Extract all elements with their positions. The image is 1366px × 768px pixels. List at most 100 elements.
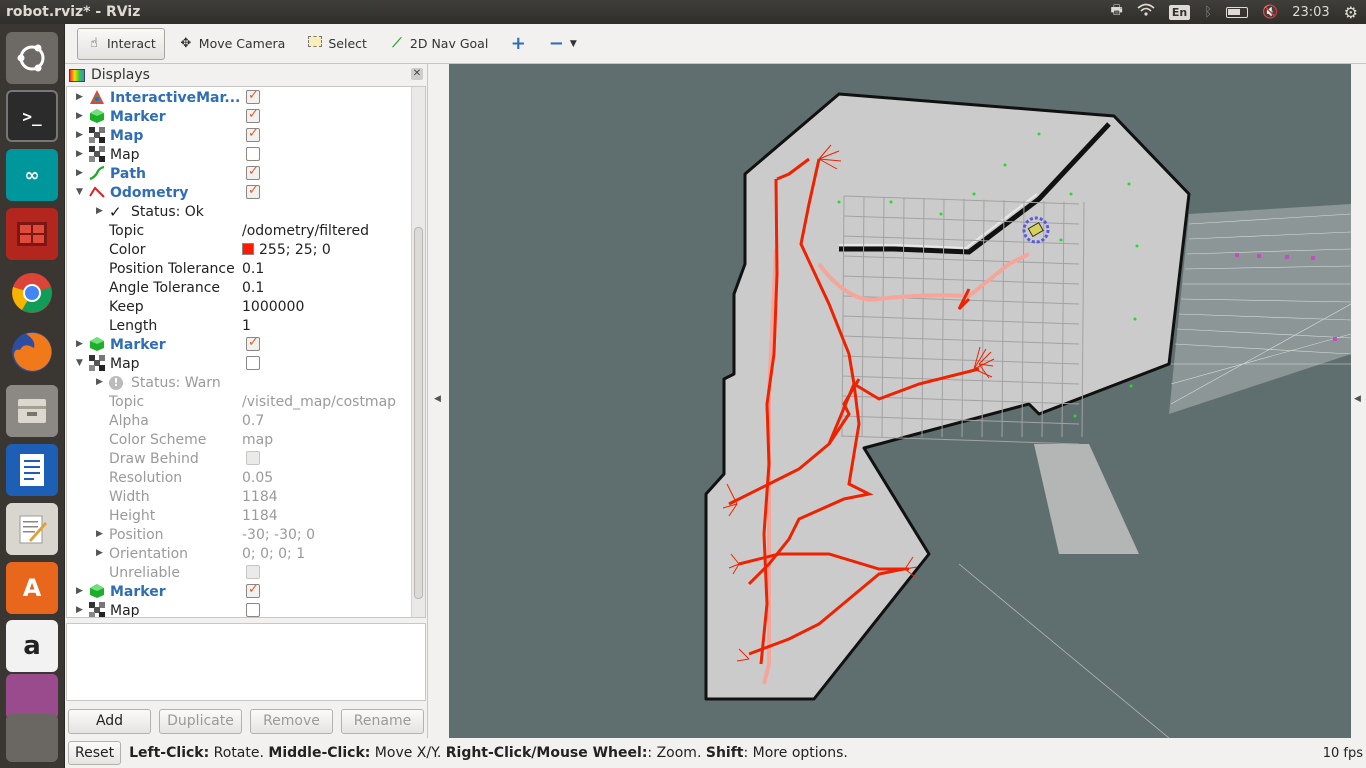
tree-row-value[interactable]: 1184 bbox=[242, 489, 278, 505]
visibility-checkbox[interactable] bbox=[246, 335, 260, 351]
writer-document-icon[interactable] bbox=[6, 444, 58, 496]
keyboard-layout-indicator[interactable]: En bbox=[1168, 4, 1191, 20]
select-tool-button[interactable]: Select bbox=[298, 28, 376, 60]
collapsed-arrow-icon[interactable]: ▶ bbox=[96, 377, 103, 387]
tree-row[interactable]: Height 1184 bbox=[67, 506, 413, 525]
chrome-icon[interactable] bbox=[6, 267, 58, 319]
visibility-checkbox[interactable] bbox=[246, 88, 260, 104]
tree-row[interactable]: ▶ InteractiveMar... bbox=[67, 88, 413, 107]
tree-row[interactable]: ▶ Marker bbox=[67, 582, 413, 601]
tree-row-value[interactable]: 0.7 bbox=[242, 413, 264, 429]
add-tool-button[interactable]: + bbox=[501, 28, 535, 60]
panel-splitter[interactable]: ◀ bbox=[428, 64, 449, 738]
visibility-checkbox[interactable] bbox=[246, 582, 260, 598]
tree-row[interactable]: Color 255; 25; 0 bbox=[67, 240, 413, 259]
tree-row[interactable]: ▶ ✓ Status: Ok bbox=[67, 202, 413, 221]
collapsed-arrow-icon[interactable]: ▶ bbox=[76, 605, 83, 615]
expanded-arrow-icon[interactable]: ▼ bbox=[76, 187, 83, 197]
ubuntu-dash-icon[interactable] bbox=[6, 32, 58, 84]
tree-row[interactable]: ▼ Odometry bbox=[67, 183, 413, 202]
printer-icon[interactable]: 🖶 bbox=[1111, 1, 1123, 23]
tree-row-value[interactable]: 1000000 bbox=[242, 299, 304, 315]
system-monitor-icon[interactable] bbox=[6, 208, 58, 260]
duplicate-display-button[interactable]: Duplicate bbox=[159, 709, 242, 734]
3d-render-view[interactable] bbox=[449, 64, 1351, 738]
tree-row[interactable]: ▼ Map bbox=[67, 354, 413, 373]
collapsed-arrow-icon[interactable]: ▶ bbox=[76, 168, 83, 178]
collapsed-arrow-icon[interactable]: ▶ bbox=[76, 111, 83, 121]
tree-row[interactable]: ▶ Marker bbox=[67, 335, 413, 354]
expanded-arrow-icon[interactable]: ▼ bbox=[76, 358, 83, 368]
visibility-checkbox[interactable] bbox=[246, 356, 260, 370]
visibility-checkbox[interactable] bbox=[246, 164, 260, 180]
tree-row[interactable]: Topic/visited_map/costmap bbox=[67, 392, 413, 411]
clock[interactable]: 23:03 bbox=[1292, 5, 1329, 20]
volume-muted-icon[interactable]: 🔇 bbox=[1262, 5, 1278, 20]
scrollbar-thumb[interactable] bbox=[414, 227, 423, 599]
tree-row[interactable]: Angle Tolerance 0.1 bbox=[67, 278, 413, 297]
visibility-checkbox[interactable] bbox=[246, 451, 260, 465]
visibility-checkbox[interactable] bbox=[246, 183, 260, 199]
battery-icon[interactable] bbox=[1226, 6, 1248, 18]
tree-row[interactable]: Length 1 bbox=[67, 316, 413, 335]
tree-row[interactable]: Unreliable bbox=[67, 563, 413, 582]
tree-row[interactable]: ▶ Orientation 0; 0; 0; 1 bbox=[67, 544, 413, 563]
collapsed-arrow-icon[interactable]: ▶ bbox=[76, 586, 83, 596]
tree-row[interactable]: ▶ Marker bbox=[67, 107, 413, 126]
tree-row-value[interactable]: map bbox=[242, 432, 273, 448]
collapsed-arrow-icon[interactable]: ▶ bbox=[96, 529, 103, 539]
tree-row[interactable]: Topic/odometry/filtered bbox=[67, 221, 413, 240]
file-manager-icon[interactable] bbox=[6, 385, 58, 437]
displays-scrollbar[interactable] bbox=[411, 87, 425, 617]
remove-display-button[interactable]: Remove bbox=[250, 709, 333, 734]
tree-row-value[interactable]: 0; 0; 0; 1 bbox=[242, 546, 305, 562]
tree-row[interactable]: Resolution 0.05 bbox=[67, 468, 413, 487]
visibility-checkbox[interactable] bbox=[246, 107, 260, 123]
interact-tool-button[interactable]: ☝ Interact bbox=[77, 27, 165, 60]
software-center-icon[interactable]: A bbox=[6, 562, 58, 614]
collapsed-arrow-icon[interactable]: ▶ bbox=[76, 130, 83, 140]
move-camera-tool-button[interactable]: ✥ Move Camera bbox=[169, 28, 295, 60]
tree-row[interactable]: ▶! Status: Warn bbox=[67, 373, 413, 392]
wifi-icon[interactable] bbox=[1137, 3, 1155, 21]
add-display-button[interactable]: Add bbox=[68, 709, 151, 734]
tree-row[interactable]: Width 1184 bbox=[67, 487, 413, 506]
close-panel-icon[interactable]: ✕ bbox=[411, 68, 423, 80]
tree-row-value[interactable]: 255; 25; 0 bbox=[242, 242, 331, 258]
visibility-checkbox[interactable] bbox=[246, 603, 260, 617]
tree-row[interactable]: Position Tolerance 0.1 bbox=[67, 259, 413, 278]
expand-right-icon[interactable]: ◀ bbox=[1354, 394, 1361, 404]
trash-icon[interactable] bbox=[6, 714, 58, 762]
collapsed-arrow-icon[interactable]: ▶ bbox=[76, 92, 83, 102]
visibility-checkbox[interactable] bbox=[246, 126, 260, 142]
remove-tool-button[interactable]: − ▼ bbox=[539, 28, 586, 60]
visibility-checkbox[interactable] bbox=[246, 147, 260, 161]
tree-row[interactable]: Draw Behind bbox=[67, 449, 413, 468]
nav-goal-tool-button[interactable]: ⟋ 2D Nav Goal bbox=[380, 28, 497, 60]
collapse-left-icon[interactable]: ◀ bbox=[434, 394, 441, 404]
tree-row[interactable]: ▶ Path bbox=[67, 164, 413, 183]
tree-row[interactable]: ▶ Map bbox=[67, 601, 413, 617]
tree-row-value[interactable]: 1 bbox=[242, 318, 251, 334]
tree-row[interactable]: ▶ Position -30; -30; 0 bbox=[67, 525, 413, 544]
collapsed-arrow-icon[interactable]: ▶ bbox=[96, 548, 103, 558]
settings-gear-icon[interactable]: ⚙ bbox=[1344, 3, 1358, 22]
tree-row[interactable]: ▶ Map bbox=[67, 126, 413, 145]
tree-row-value[interactable]: /odometry/filtered bbox=[242, 223, 369, 239]
right-dock-handle[interactable]: ◀ bbox=[1351, 64, 1366, 738]
collapsed-arrow-icon[interactable]: ▶ bbox=[96, 206, 103, 216]
terminal-icon[interactable]: >_ bbox=[6, 90, 58, 142]
reset-button[interactable]: Reset bbox=[68, 741, 122, 765]
tree-row-value[interactable]: 1184 bbox=[242, 508, 278, 524]
tree-row-value[interactable]: -30; -30; 0 bbox=[242, 527, 315, 543]
tree-row[interactable]: ▶ Map bbox=[67, 145, 413, 164]
amazon-icon[interactable]: a bbox=[6, 620, 58, 672]
tree-row-value[interactable]: 0.1 bbox=[242, 280, 264, 296]
firefox-icon[interactable] bbox=[6, 326, 58, 378]
tree-row[interactable]: Alpha 0.7 bbox=[67, 411, 413, 430]
collapsed-arrow-icon[interactable]: ▶ bbox=[76, 339, 83, 349]
collapsed-arrow-icon[interactable]: ▶ bbox=[76, 149, 83, 159]
tree-row[interactable]: Color Scheme map bbox=[67, 430, 413, 449]
visibility-checkbox[interactable] bbox=[246, 565, 260, 579]
tree-row[interactable]: Keep 1000000 bbox=[67, 297, 413, 316]
